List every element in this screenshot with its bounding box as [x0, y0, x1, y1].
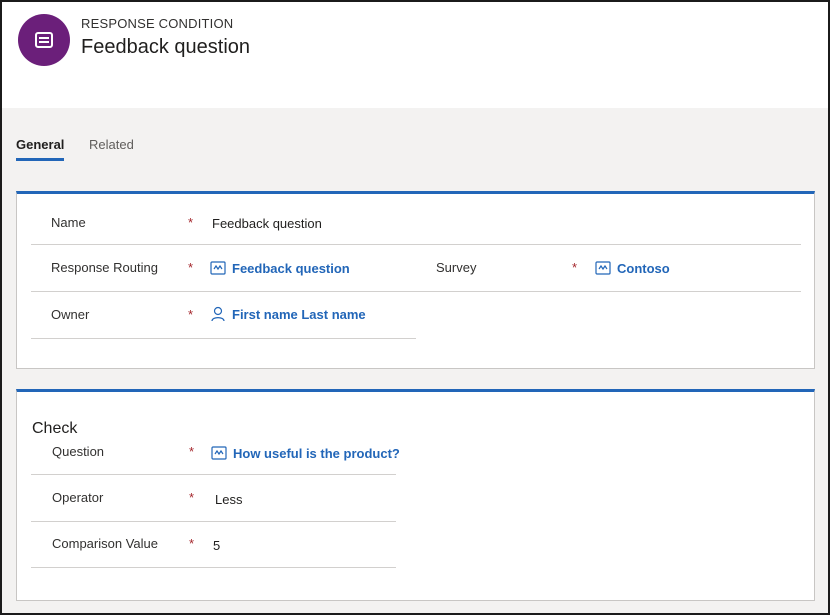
- operator-field[interactable]: Less: [215, 492, 242, 507]
- tab-general[interactable]: General: [16, 137, 65, 161]
- lookup-entity-icon: [211, 446, 227, 460]
- survey-value: Contoso: [617, 260, 670, 276]
- check-section: Check Question * How useful is the produ…: [16, 389, 815, 601]
- required-indicator: *: [188, 215, 194, 230]
- required-indicator: *: [189, 536, 195, 551]
- comparison-value-label: Comparison Value: [52, 536, 158, 551]
- required-indicator: *: [188, 307, 194, 322]
- owner-label: Owner: [51, 307, 90, 322]
- question-row: Question * How useful is the product?: [31, 429, 400, 475]
- form-frame: RESPONSE CONDITION Feedback question Gen…: [0, 0, 830, 615]
- name-field[interactable]: Feedback question: [212, 216, 322, 231]
- survey-lookup[interactable]: Contoso: [595, 260, 670, 276]
- operator-row: Operator * Less: [31, 476, 396, 522]
- lookup-entity-icon: [210, 261, 226, 275]
- general-section: Name * Feedback question Response Routin…: [16, 191, 815, 369]
- comparison-value-row: Comparison Value * 5: [31, 522, 396, 568]
- survey-label: Survey: [436, 260, 477, 275]
- response-routing-value: Feedback question: [232, 260, 350, 276]
- required-indicator: *: [188, 260, 194, 275]
- owner-value: First name Last name: [232, 306, 366, 322]
- entity-avatar: [18, 14, 70, 66]
- question-label: Question: [52, 444, 105, 459]
- required-indicator: *: [572, 260, 578, 275]
- person-icon: [211, 306, 225, 322]
- owner-row: Owner * First name Last name: [31, 293, 416, 339]
- condition-entity-icon: [35, 32, 53, 48]
- question-value: How useful is the product?: [233, 445, 400, 461]
- required-indicator: *: [189, 490, 195, 505]
- owner-lookup[interactable]: First name Last name: [210, 306, 366, 322]
- routing-survey-row: Response Routing * Feedback question Sur…: [31, 246, 801, 292]
- operator-label: Operator: [52, 490, 104, 505]
- tab-related[interactable]: Related: [89, 137, 134, 158]
- name-row: Name * Feedback question: [31, 199, 801, 245]
- comparison-value-field[interactable]: 5: [213, 538, 220, 553]
- response-routing-lookup[interactable]: Feedback question: [210, 260, 350, 276]
- response-routing-label: Response Routing: [51, 260, 158, 275]
- question-lookup[interactable]: How useful is the product?: [211, 445, 400, 461]
- entity-type-label: RESPONSE CONDITION: [81, 16, 234, 31]
- lookup-entity-icon: [595, 261, 611, 275]
- name-label: Name: [51, 215, 86, 230]
- required-indicator: *: [189, 444, 195, 459]
- record-title: Feedback question: [81, 36, 251, 58]
- form-header: RESPONSE CONDITION Feedback question: [2, 2, 828, 108]
